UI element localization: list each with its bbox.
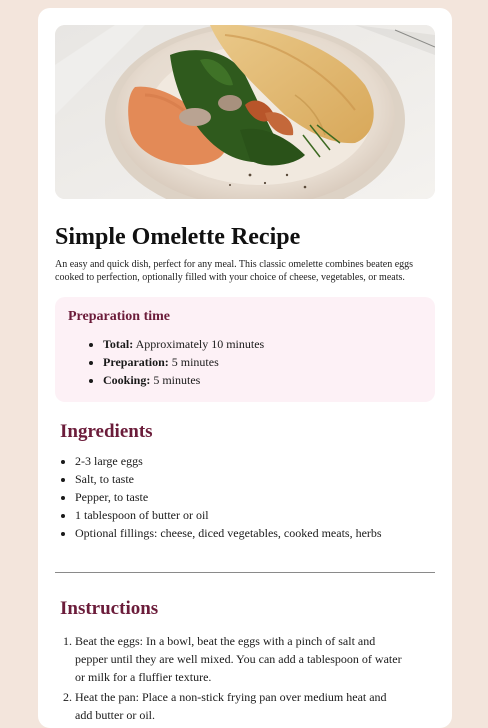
prep-value: 5 minutes bbox=[168, 355, 219, 369]
list-item: 2-3 large eggs bbox=[75, 452, 382, 470]
prep-value: 5 minutes bbox=[150, 373, 201, 387]
instructions-heading: Instructions bbox=[60, 598, 159, 619]
prep-label: Cooking: bbox=[103, 373, 151, 387]
list-item: Pepper, to taste bbox=[75, 488, 382, 506]
prep-item-cooking: Cooking: 5 minutes bbox=[103, 371, 264, 389]
recipe-title: Simple Omelette Recipe bbox=[55, 224, 301, 250]
prep-list: Total: Approximately 10 minutes Preparat… bbox=[68, 335, 264, 389]
list-item: Optional fillings: cheese, diced vegetab… bbox=[75, 524, 382, 542]
omelette-photo bbox=[55, 25, 435, 199]
ingredients-heading: Ingredients bbox=[60, 421, 153, 442]
prep-item-preparation: Preparation: 5 minutes bbox=[103, 353, 264, 371]
prep-heading: Preparation time bbox=[68, 309, 170, 324]
prep-label: Total: bbox=[103, 337, 134, 351]
instruction-step: Heat the pan: Place a non-stick frying p… bbox=[75, 688, 405, 724]
section-divider bbox=[55, 572, 435, 573]
list-item: 1 tablespoon of butter or oil bbox=[75, 506, 382, 524]
instruction-step: Beat the eggs: In a bowl, beat the eggs … bbox=[75, 632, 405, 686]
prep-label: Preparation: bbox=[103, 355, 169, 369]
prep-value: Approximately 10 minutes bbox=[133, 337, 265, 351]
recipe-card: Simple Omelette Recipe An easy and quick… bbox=[38, 8, 452, 728]
preparation-time-box: Preparation time Total: Approximately 10… bbox=[55, 297, 435, 402]
instructions-list: Beat the eggs: In a bowl, beat the eggs … bbox=[55, 632, 405, 726]
recipe-intro: An easy and quick dish, perfect for any … bbox=[55, 259, 414, 283]
list-item: Salt, to taste bbox=[75, 470, 382, 488]
ingredients-list: 2-3 large eggs Salt, to taste Pepper, to… bbox=[55, 452, 382, 542]
prep-item-total: Total: Approximately 10 minutes bbox=[103, 335, 264, 353]
